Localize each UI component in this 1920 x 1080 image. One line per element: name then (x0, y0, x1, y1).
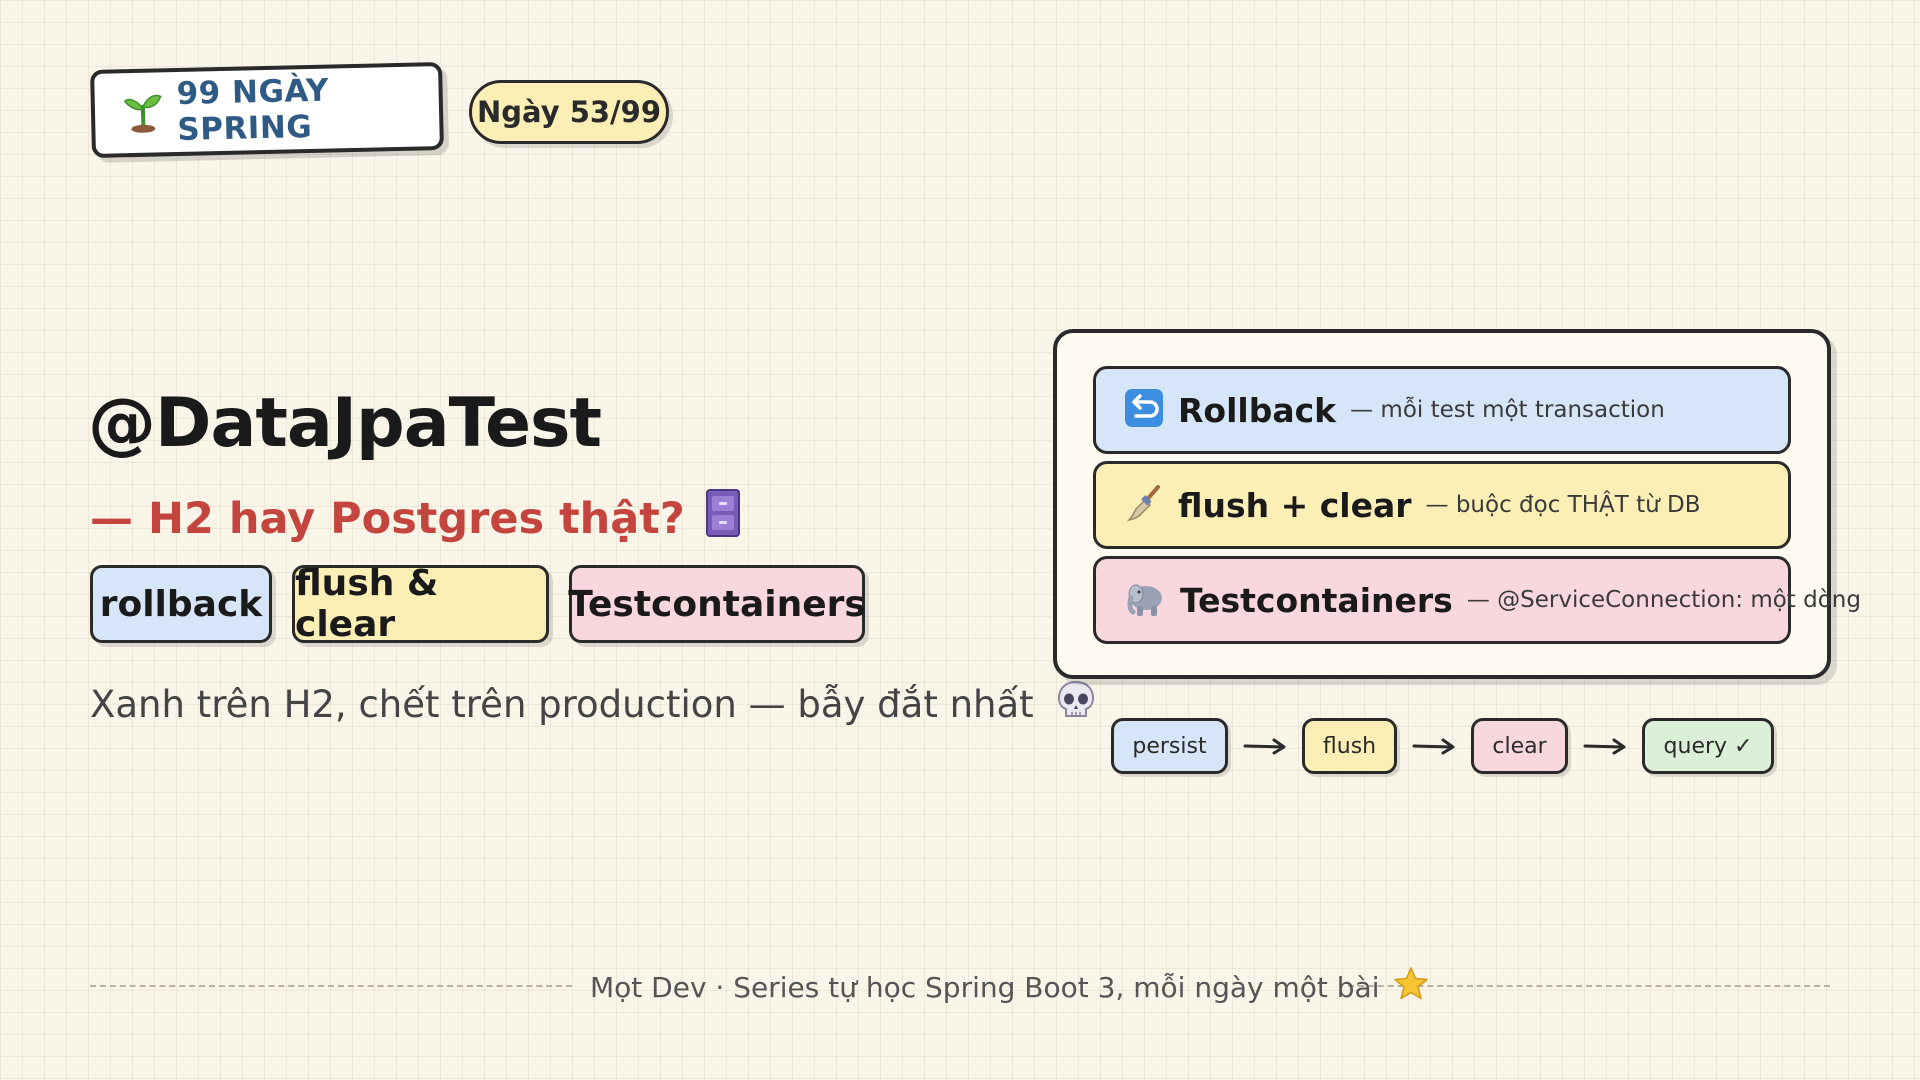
seedling-icon (122, 88, 163, 137)
tag-testcontainers: Testcontainers (568, 565, 866, 643)
footer-divider-left (90, 985, 572, 987)
flow-step-flush: flush (1302, 718, 1397, 774)
broom-icon (1124, 483, 1164, 527)
row-name: Rollback (1178, 390, 1337, 430)
row-name: Testcontainers (1180, 580, 1453, 620)
flow-step-query: query ✓ (1642, 718, 1774, 774)
star-icon (1393, 966, 1429, 1009)
file-cabinet-icon (705, 488, 741, 549)
undo-arrow-icon (1124, 388, 1164, 432)
elephant-icon (1124, 578, 1166, 622)
day-counter-badge: Ngày 53/99 (469, 80, 669, 144)
concept-panel: Rollback — mỗi test một transaction flus… (1053, 329, 1861, 679)
tagline-text: Xanh trên H2, chết trên production — bẫy… (90, 683, 1034, 726)
tag-flush-clear: flush & clear (292, 563, 549, 645)
page-title: @DataJpaTest (88, 384, 602, 463)
row-description: — mỗi test một transaction (1350, 397, 1665, 423)
flow-step-clear: clear (1471, 718, 1568, 774)
subtitle-text: — H2 hay Postgres thật? (90, 493, 685, 544)
tag-list: rollback flush & clear Testcontainers (90, 563, 866, 645)
row-description: — buộc đọc THẬT từ DB (1425, 492, 1701, 518)
footer: Mọt Dev · Series tự học Spring Boot 3, m… (590, 966, 1429, 1009)
arrow-icon (1568, 736, 1642, 756)
skull-icon (1054, 678, 1098, 731)
row-name: flush + clear (1178, 485, 1412, 525)
arrow-icon (1228, 736, 1302, 756)
row-description: — @ServiceConnection: một dòng (1466, 587, 1861, 613)
panel-row-flush-clear: flush + clear — buộc đọc THẬT từ DB (1093, 461, 1791, 549)
panel-row-rollback: Rollback — mỗi test một transaction (1093, 366, 1791, 454)
series-badge: 99 NGÀY SPRING (90, 62, 444, 158)
panel-row-testcontainers: Testcontainers — @ServiceConnection: một… (1093, 556, 1861, 644)
arrow-icon (1397, 736, 1471, 756)
flow-diagram: persist flush clear query ✓ (1111, 718, 1774, 774)
tagline: Xanh trên H2, chết trên production — bẫy… (90, 678, 1098, 731)
footer-text: Mọt Dev · Series tự học Spring Boot 3, m… (590, 971, 1380, 1004)
series-title: 99 NGÀY SPRING (176, 72, 330, 149)
flow-step-persist: persist (1111, 718, 1228, 774)
page-subtitle: — H2 hay Postgres thật? (90, 488, 741, 549)
tag-rollback: rollback (90, 565, 272, 643)
